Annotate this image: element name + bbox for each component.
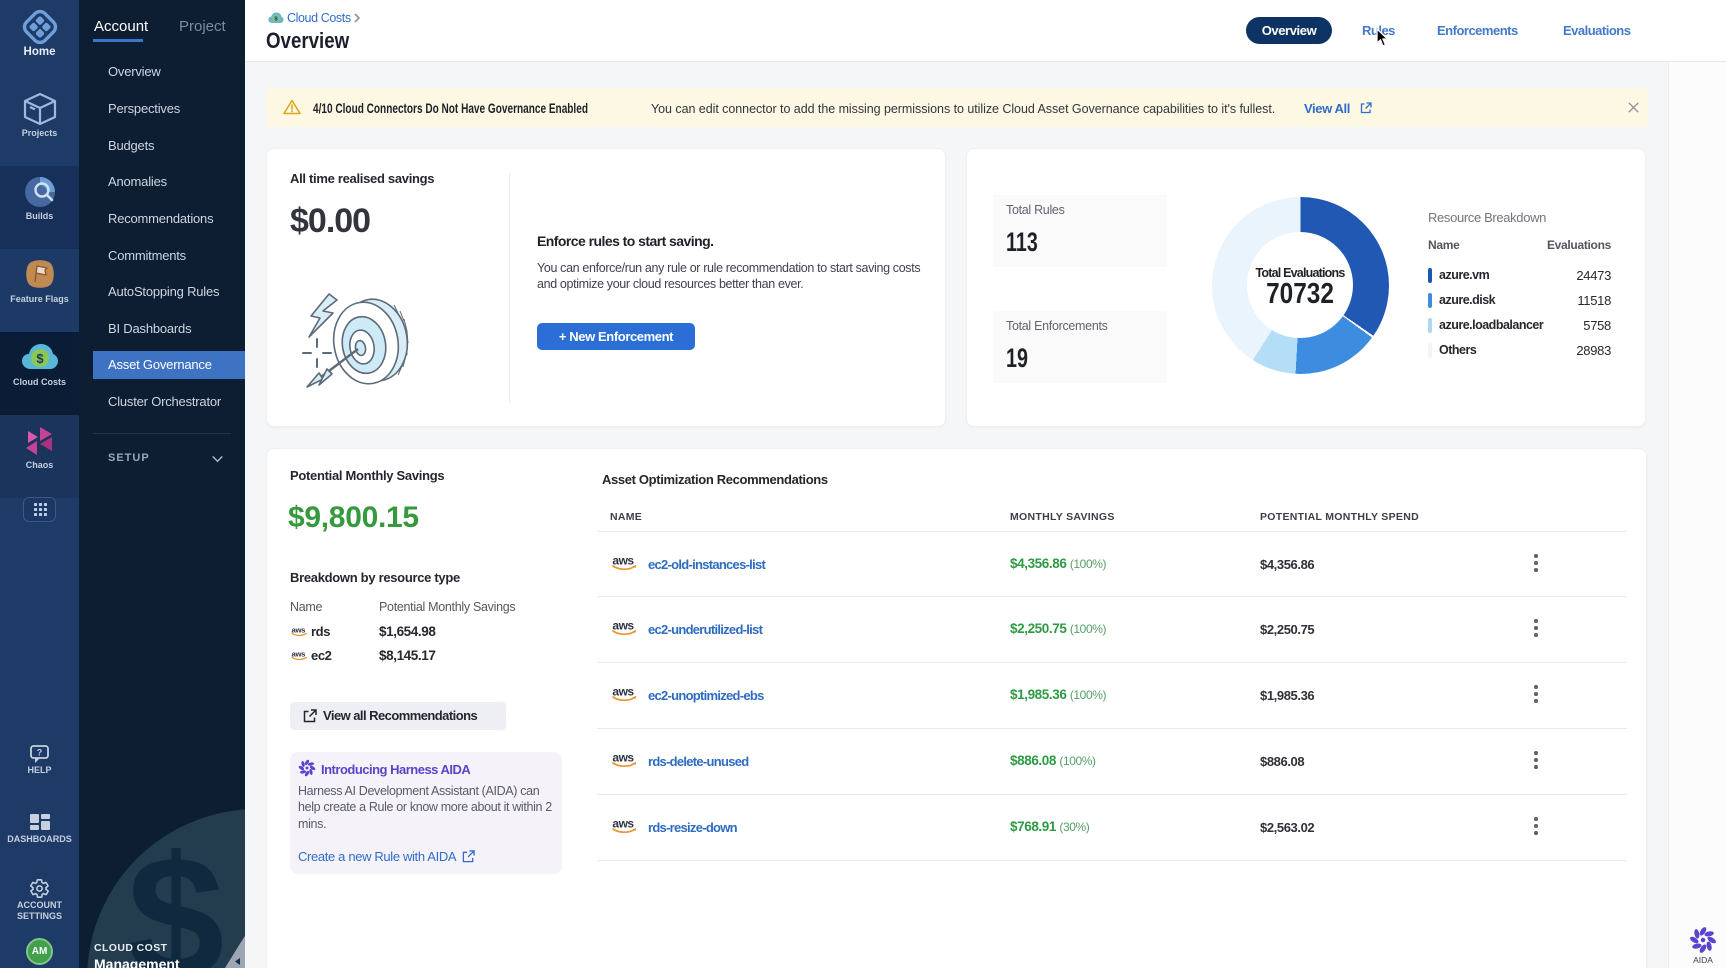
svg-text:?: ?	[37, 748, 43, 758]
svg-text:aws: aws	[612, 751, 634, 765]
svg-text:aws: aws	[292, 649, 306, 658]
svg-text:$: $	[36, 351, 44, 366]
svg-text:aws: aws	[292, 625, 306, 634]
svg-text:aws: aws	[612, 817, 634, 831]
svg-text:aws: aws	[612, 685, 634, 699]
svg-text:aws: aws	[612, 619, 634, 633]
svg-text:aws: aws	[612, 554, 634, 568]
